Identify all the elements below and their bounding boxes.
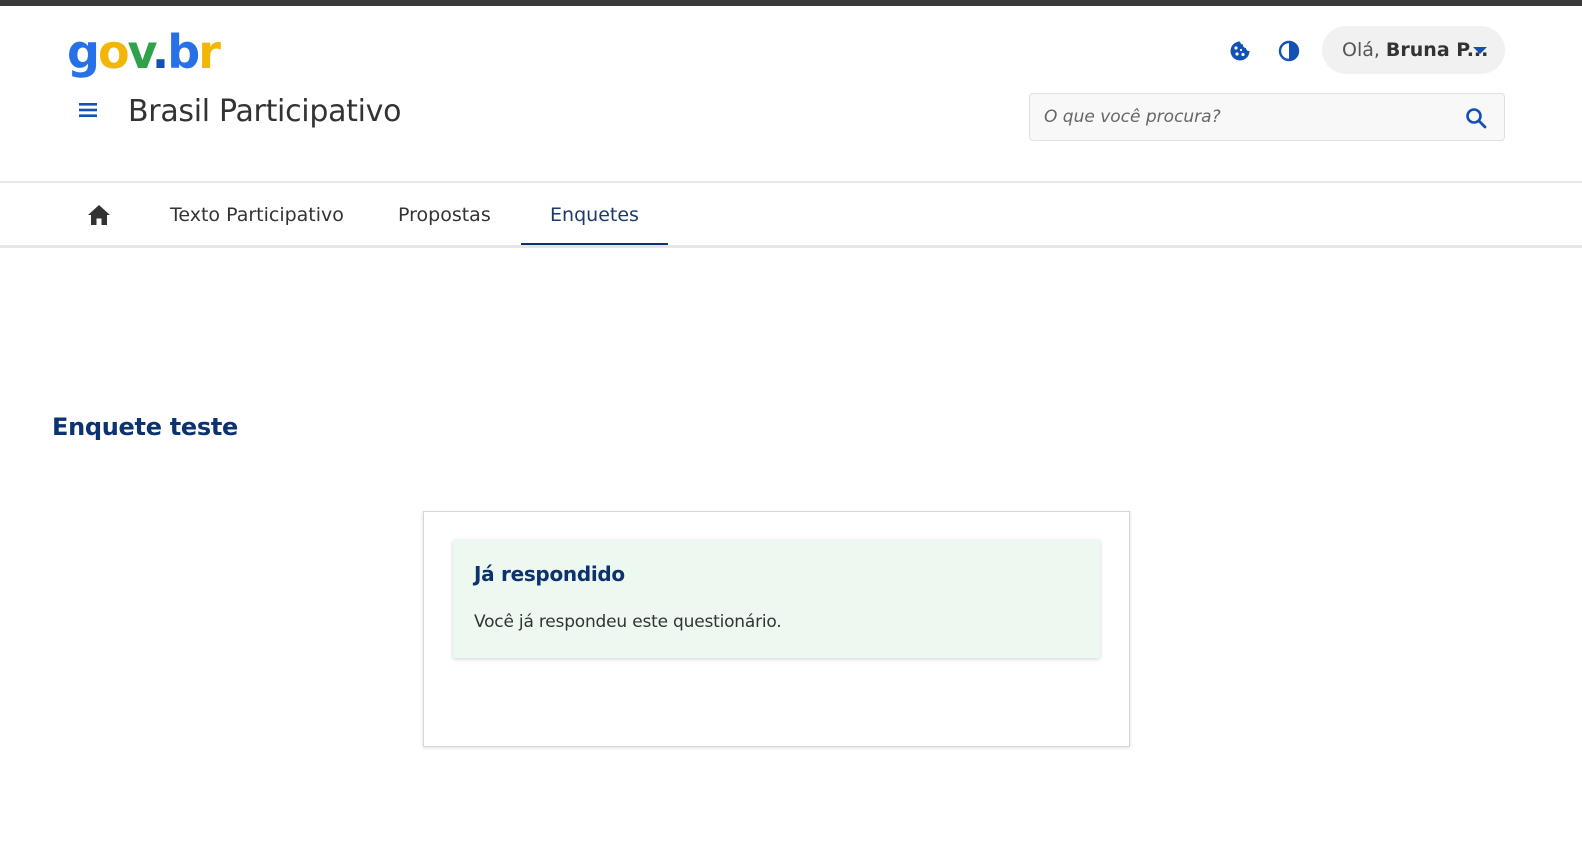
user-greeting: Olá,	[1342, 39, 1380, 61]
logo-letter: .	[151, 25, 170, 79]
logo-letter: g	[67, 25, 100, 79]
logo-letter: v	[127, 25, 154, 79]
caret-down-icon	[1473, 47, 1487, 54]
contrast-icon	[1278, 40, 1300, 62]
tab-propostas[interactable]: Propostas	[398, 183, 491, 246]
nav-bottom-border	[0, 245, 1582, 248]
cookie-icon	[1230, 41, 1250, 61]
page-title: Enquete teste	[52, 413, 239, 441]
search-input[interactable]	[1044, 94, 1444, 140]
hamburger-icon	[79, 103, 97, 117]
site-title: Brasil Participativo	[128, 94, 402, 129]
logo-letter: b	[167, 25, 200, 79]
cookie-button[interactable]	[1225, 36, 1255, 66]
user-menu-button[interactable]: Olá, Bruna P...	[1322, 26, 1505, 74]
search-button[interactable]	[1462, 104, 1490, 132]
search-icon	[1466, 108, 1487, 129]
logo-letter: r	[198, 25, 221, 79]
home-icon	[88, 204, 110, 225]
logo-letter: o	[97, 25, 130, 79]
alert-title: Já respondido	[474, 562, 625, 586]
alert-message: Você já respondeu este questionário.	[474, 612, 782, 632]
tab-enquetes[interactable]: Enquetes	[521, 183, 668, 247]
govbr-logo[interactable]: gov.br	[67, 22, 221, 82]
tab-home[interactable]	[84, 183, 114, 246]
poll-card: Já respondido Você já respondeu este que…	[423, 511, 1130, 747]
menu-button[interactable]	[74, 96, 102, 124]
contrast-button[interactable]	[1274, 36, 1304, 66]
search-box	[1029, 93, 1505, 141]
tab-texto-participativo[interactable]: Texto Participativo	[170, 183, 344, 246]
already-answered-alert: Já respondido Você já respondeu este que…	[453, 540, 1100, 658]
site-header: gov.br Brasil Participativo Olá, Bruna P…	[0, 6, 1582, 182]
main-nav: Texto Participativo Propostas Enquetes	[0, 183, 1582, 247]
